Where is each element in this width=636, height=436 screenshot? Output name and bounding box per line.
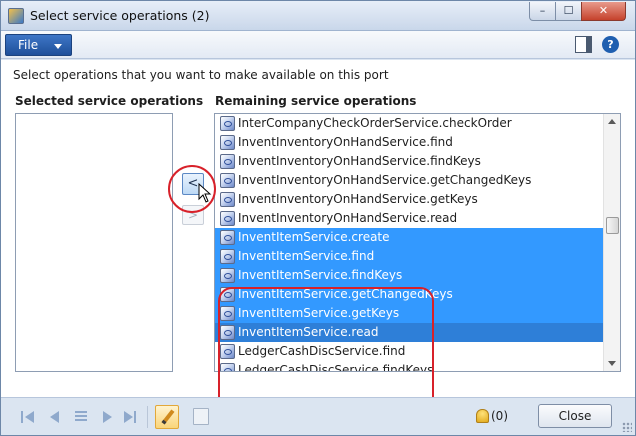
app-icon: [8, 8, 24, 24]
selected-operations-header: Selected service operations: [15, 94, 204, 108]
notification-count: (0): [491, 409, 508, 423]
attachment-icon[interactable]: [193, 408, 209, 425]
scroll-thumb[interactable]: [606, 217, 619, 234]
service-operation-icon: [220, 116, 235, 131]
pencil-icon: [161, 409, 175, 425]
service-operation-icon: [220, 154, 235, 169]
vertical-scrollbar[interactable]: [603, 114, 620, 371]
service-operation-icon: [220, 230, 235, 245]
service-operation-icon: [220, 192, 235, 207]
file-menu-label: File: [18, 38, 39, 52]
list-item[interactable]: InventInventoryOnHandService.read: [215, 209, 603, 228]
instructions-text: Select operations that you want to make …: [13, 68, 389, 82]
service-operation-icon: [220, 249, 235, 264]
list-item[interactable]: InventInventoryOnHandService.getKeys: [215, 190, 603, 209]
list-item[interactable]: InventItemService.findKeys: [215, 266, 603, 285]
next-record-icon[interactable]: [99, 409, 115, 424]
selected-operations-list[interactable]: [15, 113, 173, 372]
service-operation-icon: [220, 268, 235, 283]
list-item-label: InventInventoryOnHandService.getChangedK…: [238, 173, 532, 187]
list-item-label: InventItemService.findKeys: [238, 268, 403, 282]
minimize-button[interactable]: –: [529, 2, 556, 21]
first-record-icon[interactable]: [21, 409, 37, 424]
layout-icon[interactable]: [575, 36, 592, 53]
bar-mark: [21, 411, 23, 423]
grid-mark: [75, 411, 87, 422]
service-operation-icon: [220, 135, 235, 150]
scroll-up-icon[interactable]: [608, 119, 616, 124]
list-item-label: InventInventoryOnHandService.find: [238, 135, 453, 149]
bell-icon[interactable]: [476, 409, 489, 423]
close-window-button[interactable]: ✕: [581, 2, 626, 21]
toolbar-separator: [147, 406, 148, 428]
scroll-down-icon[interactable]: [608, 361, 616, 366]
bar-mark: [134, 411, 136, 423]
maximize-button[interactable]: ☐: [555, 2, 582, 21]
previous-record-icon[interactable]: [47, 409, 63, 424]
list-item[interactable]: InventInventoryOnHandService.find: [215, 133, 603, 152]
list-item[interactable]: InventItemService.create: [215, 228, 603, 247]
chevron-down-icon: [54, 44, 62, 49]
list-item-label: InventInventoryOnHandService.getKeys: [238, 192, 478, 206]
footer-toolbar: (0) Close: [1, 397, 635, 435]
list-item[interactable]: InventItemService.find: [215, 247, 603, 266]
annotation-circle: [168, 165, 216, 213]
triangle-mark: [124, 411, 133, 423]
window-title: Select service operations (2): [30, 8, 210, 23]
help-icon[interactable]: ?: [602, 36, 619, 53]
remaining-operations-header: Remaining service operations: [215, 94, 417, 108]
dialog-window: Select service operations (2) – ☐ ✕ File…: [0, 0, 636, 436]
dialog-content: Select operations that you want to make …: [1, 60, 635, 415]
edit-button[interactable]: [155, 405, 179, 429]
file-menu-button[interactable]: File: [5, 34, 72, 56]
triangle-mark: [103, 411, 112, 423]
list-item[interactable]: InventInventoryOnHandService.getChangedK…: [215, 171, 603, 190]
list-item-label: InventItemService.create: [238, 230, 390, 244]
annotation-rounded-box: [218, 287, 434, 415]
list-item-label: InterCompanyCheckOrderService.checkOrder: [238, 116, 512, 130]
triangle-mark: [50, 411, 59, 423]
list-item[interactable]: InterCompanyCheckOrderService.checkOrder: [215, 114, 603, 133]
last-record-icon[interactable]: [122, 409, 138, 424]
service-operation-icon: [220, 173, 235, 188]
title-bar[interactable]: Select service operations (2) – ☐ ✕: [1, 1, 635, 31]
triangle-mark: [25, 411, 34, 423]
list-item-label: InventInventoryOnHandService.findKeys: [238, 154, 481, 168]
grid-icon[interactable]: [73, 409, 89, 424]
resize-grip-icon[interactable]: [622, 422, 632, 432]
list-item-label: InventInventoryOnHandService.read: [238, 211, 458, 225]
menu-bar: File ?: [1, 31, 635, 59]
list-item-label: InventItemService.find: [238, 249, 375, 263]
list-item[interactable]: InventInventoryOnHandService.findKeys: [215, 152, 603, 171]
close-button[interactable]: Close: [538, 404, 612, 428]
service-operation-icon: [220, 211, 235, 226]
